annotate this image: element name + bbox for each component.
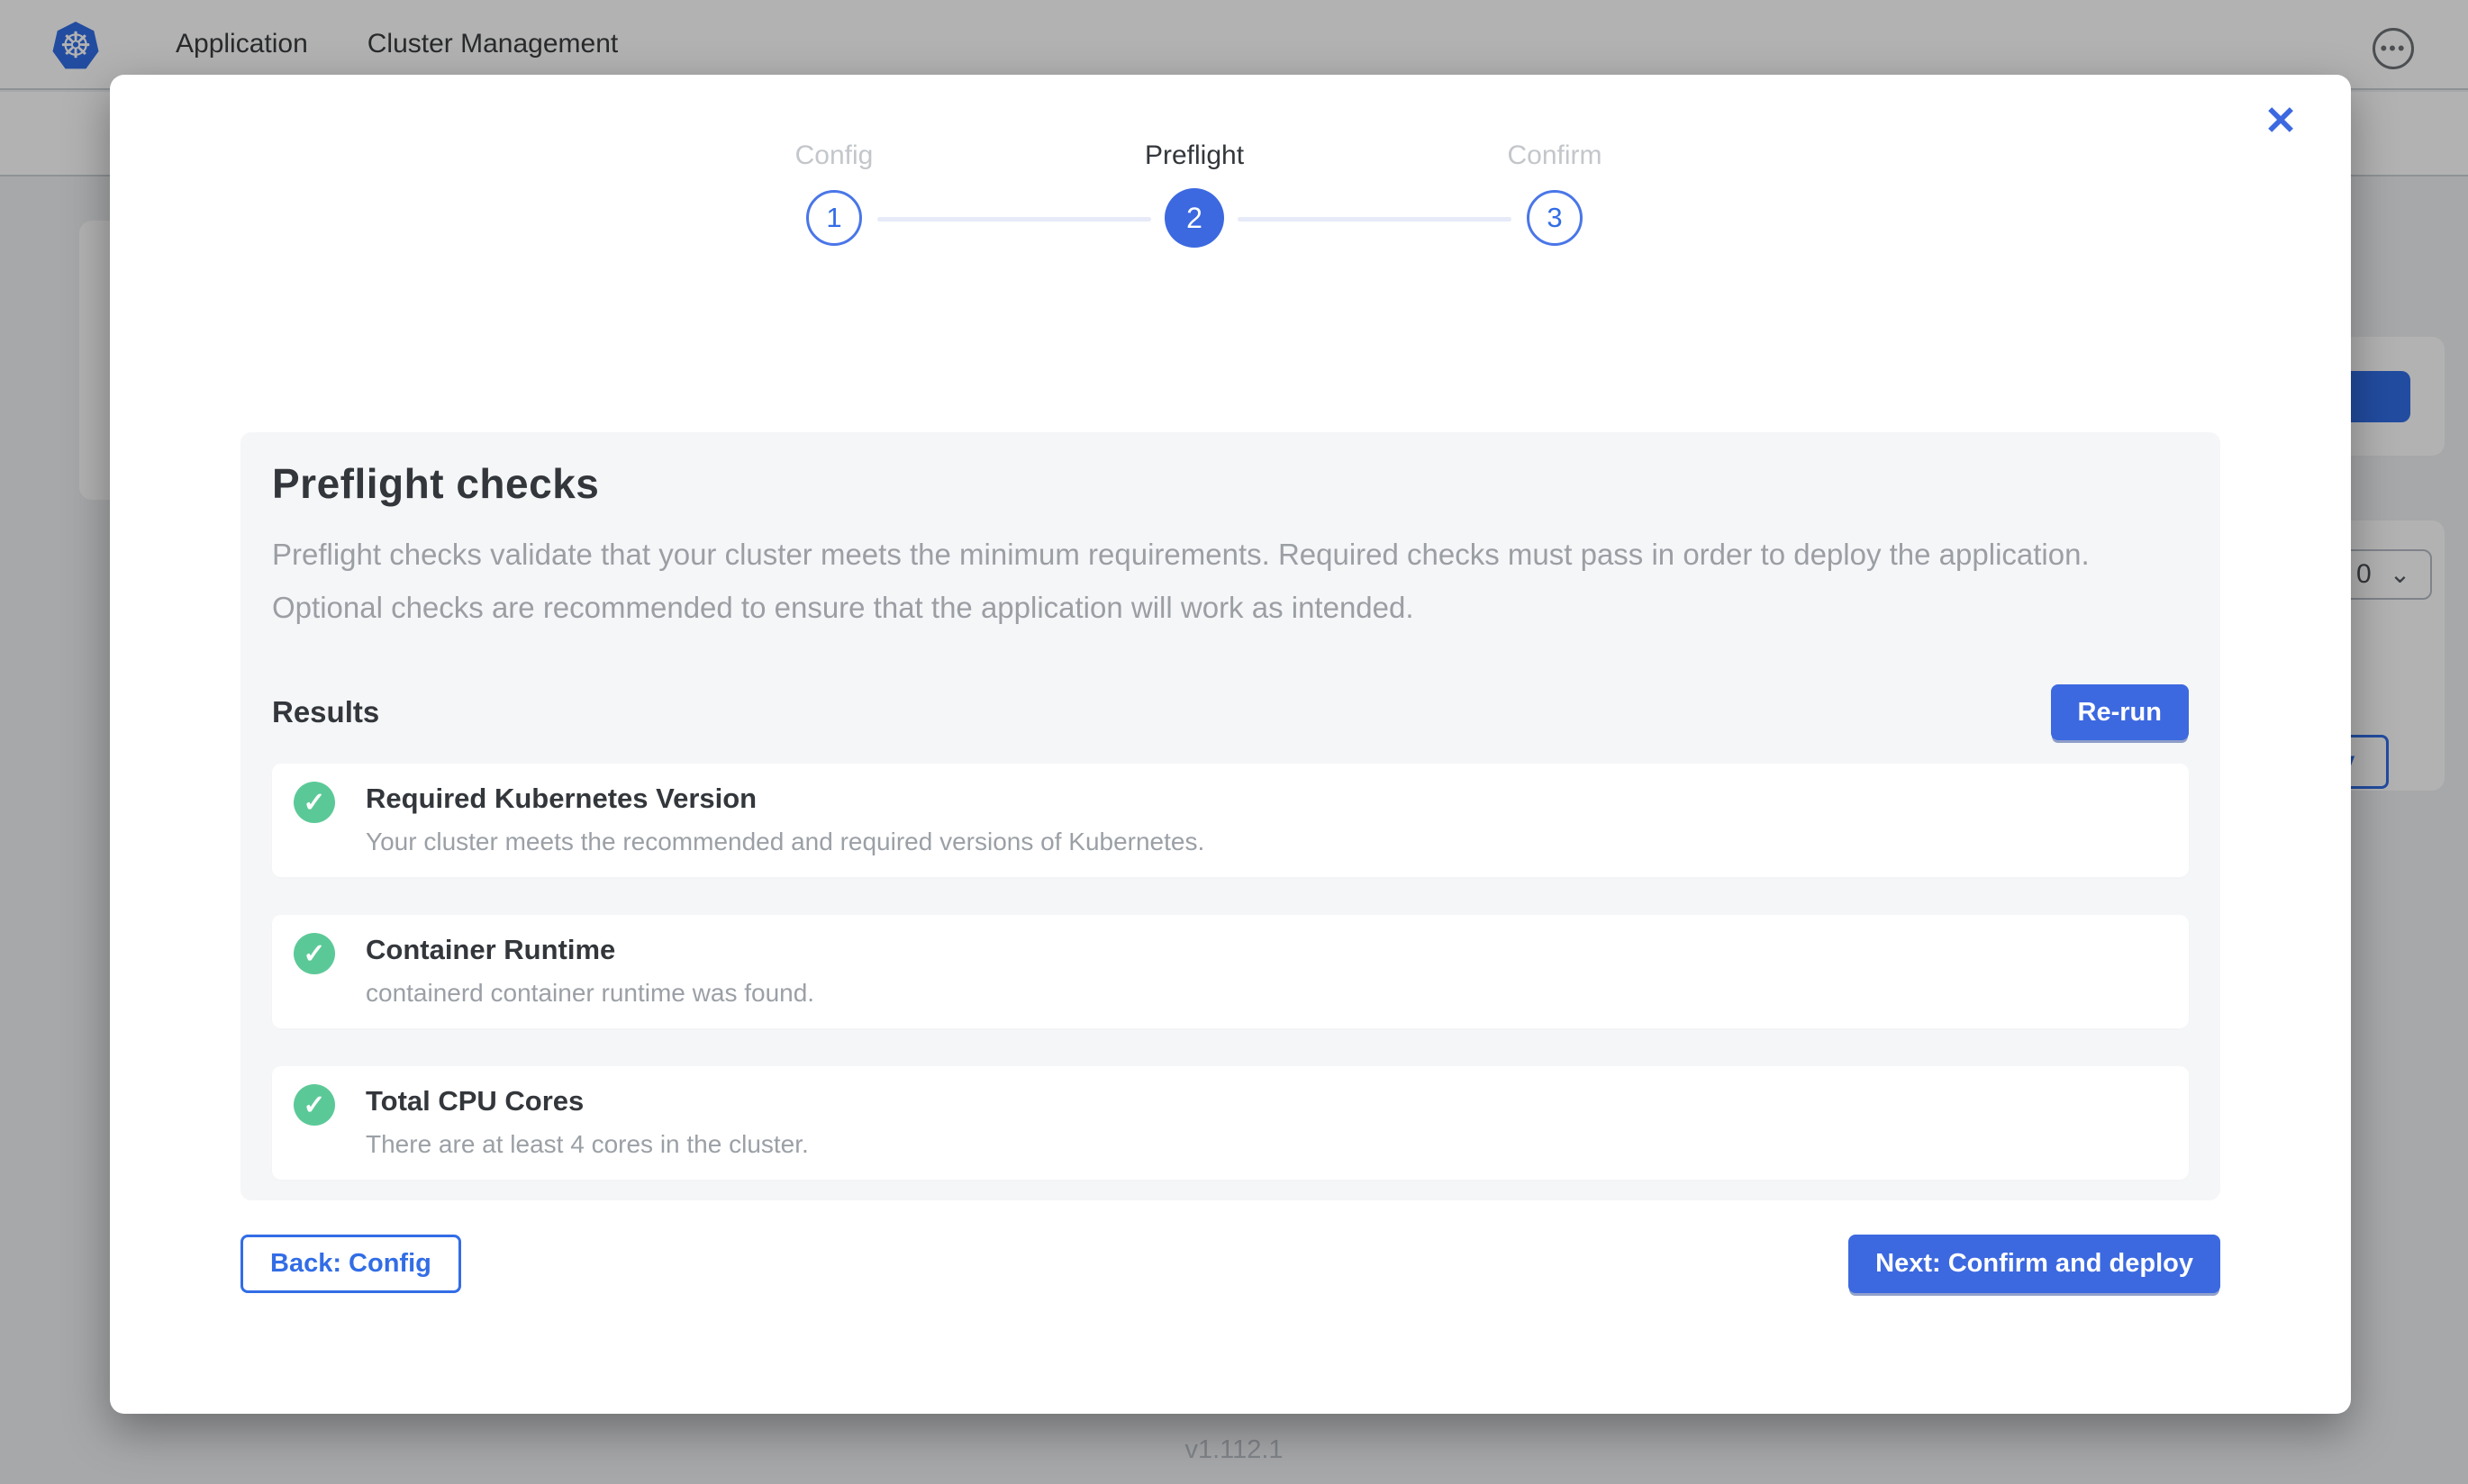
check-row-total-cpu-cores: ✓ Total CPU Cores There are at least 4 c… (272, 1066, 2189, 1180)
step-number-badge: 3 (1527, 190, 1583, 246)
step-confirm[interactable]: Confirm 3 (1375, 140, 1735, 248)
check-message: Your cluster meets the recommended and r… (366, 828, 2164, 856)
step-label: Preflight (1145, 140, 1244, 172)
check-row-kubernetes-version: ✓ Required Kubernetes Version Your clust… (272, 764, 2189, 877)
step-label: Config (795, 140, 874, 172)
back-button[interactable]: Back: Config (240, 1235, 461, 1293)
modal-footer: Back: Config Next: Confirm and deploy (240, 1235, 2220, 1293)
modal-description: Preflight checks validate that your clus… (272, 528, 2182, 634)
step-label: Confirm (1507, 140, 1601, 172)
check-title: Container Runtime (366, 934, 2164, 966)
modal-title: Preflight checks (272, 459, 2189, 508)
preflight-wizard-modal: ✕ Config 1 Preflight 2 Confirm 3 Preflig… (110, 75, 2351, 1414)
check-pass-icon: ✓ (294, 1084, 335, 1126)
step-number-badge: 2 (1165, 188, 1224, 248)
rerun-button[interactable]: Re-run (2051, 684, 2189, 740)
check-message: containerd container runtime was found. (366, 979, 2164, 1008)
results-heading: Results (272, 695, 379, 729)
step-preflight[interactable]: Preflight 2 (1014, 140, 1375, 248)
preflight-panel: Preflight checks Preflight checks valida… (240, 432, 2220, 1200)
results-header-row: Results Re-run (272, 684, 2189, 740)
wizard-stepper: Config 1 Preflight 2 Confirm 3 (74, 140, 2315, 248)
check-title: Required Kubernetes Version (366, 783, 2164, 815)
check-pass-icon: ✓ (294, 933, 335, 974)
screen: ☸ Application Cluster Management ••• 0 ⌄… (0, 0, 2468, 1484)
step-config[interactable]: Config 1 (654, 140, 1014, 248)
next-button[interactable]: Next: Confirm and deploy (1848, 1235, 2220, 1293)
step-number-badge: 1 (806, 190, 862, 246)
check-title: Total CPU Cores (366, 1085, 2164, 1118)
check-pass-icon: ✓ (294, 782, 335, 823)
check-row-container-runtime: ✓ Container Runtime containerd container… (272, 915, 2189, 1028)
check-message: There are at least 4 cores in the cluste… (366, 1130, 2164, 1159)
